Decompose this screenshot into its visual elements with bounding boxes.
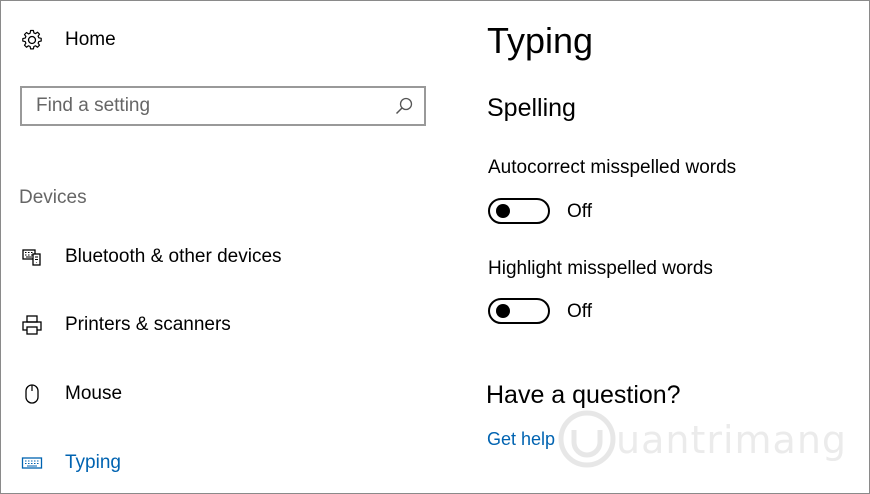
search-box[interactable] <box>20 86 426 126</box>
toggle-knob <box>496 204 510 218</box>
highlight-state: Off <box>567 301 592 322</box>
nav-home-label: Home <box>65 29 116 50</box>
autocorrect-toggle[interactable] <box>488 198 550 224</box>
mouse-icon <box>20 382 44 406</box>
keyboard-icon <box>20 451 44 475</box>
nav-bluetooth[interactable]: Bluetooth & other devices <box>20 245 282 269</box>
nav-printers-label: Printers & scanners <box>65 314 231 335</box>
watermark-logo-icon <box>558 410 616 468</box>
search-input[interactable] <box>36 88 376 124</box>
watermark: uantrimang <box>556 406 848 472</box>
nav-typing[interactable]: Typing <box>20 451 121 475</box>
section-title-spelling: Spelling <box>487 94 576 122</box>
highlight-toggle[interactable] <box>488 298 550 324</box>
keyboard-device-icon <box>20 245 44 269</box>
nav-home[interactable]: Home <box>20 28 116 52</box>
autocorrect-label: Autocorrect misspelled words <box>488 157 737 178</box>
gear-icon <box>20 28 44 52</box>
group-header-devices: Devices <box>19 187 87 208</box>
nav-mouse-label: Mouse <box>65 383 123 404</box>
watermark-text: uantrimang <box>616 418 848 462</box>
printer-icon <box>20 313 44 337</box>
get-help-link[interactable]: Get help <box>487 429 555 450</box>
autocorrect-state: Off <box>567 201 592 222</box>
search-icon[interactable] <box>394 96 414 116</box>
nav-bluetooth-label: Bluetooth & other devices <box>65 246 282 267</box>
highlight-label: Highlight misspelled words <box>488 258 713 279</box>
nav-mouse[interactable]: Mouse <box>20 382 122 406</box>
toggle-knob <box>496 304 510 318</box>
page-title: Typing <box>487 20 594 61</box>
nav-typing-label: Typing <box>65 452 121 473</box>
nav-printers[interactable]: Printers & scanners <box>20 313 231 337</box>
